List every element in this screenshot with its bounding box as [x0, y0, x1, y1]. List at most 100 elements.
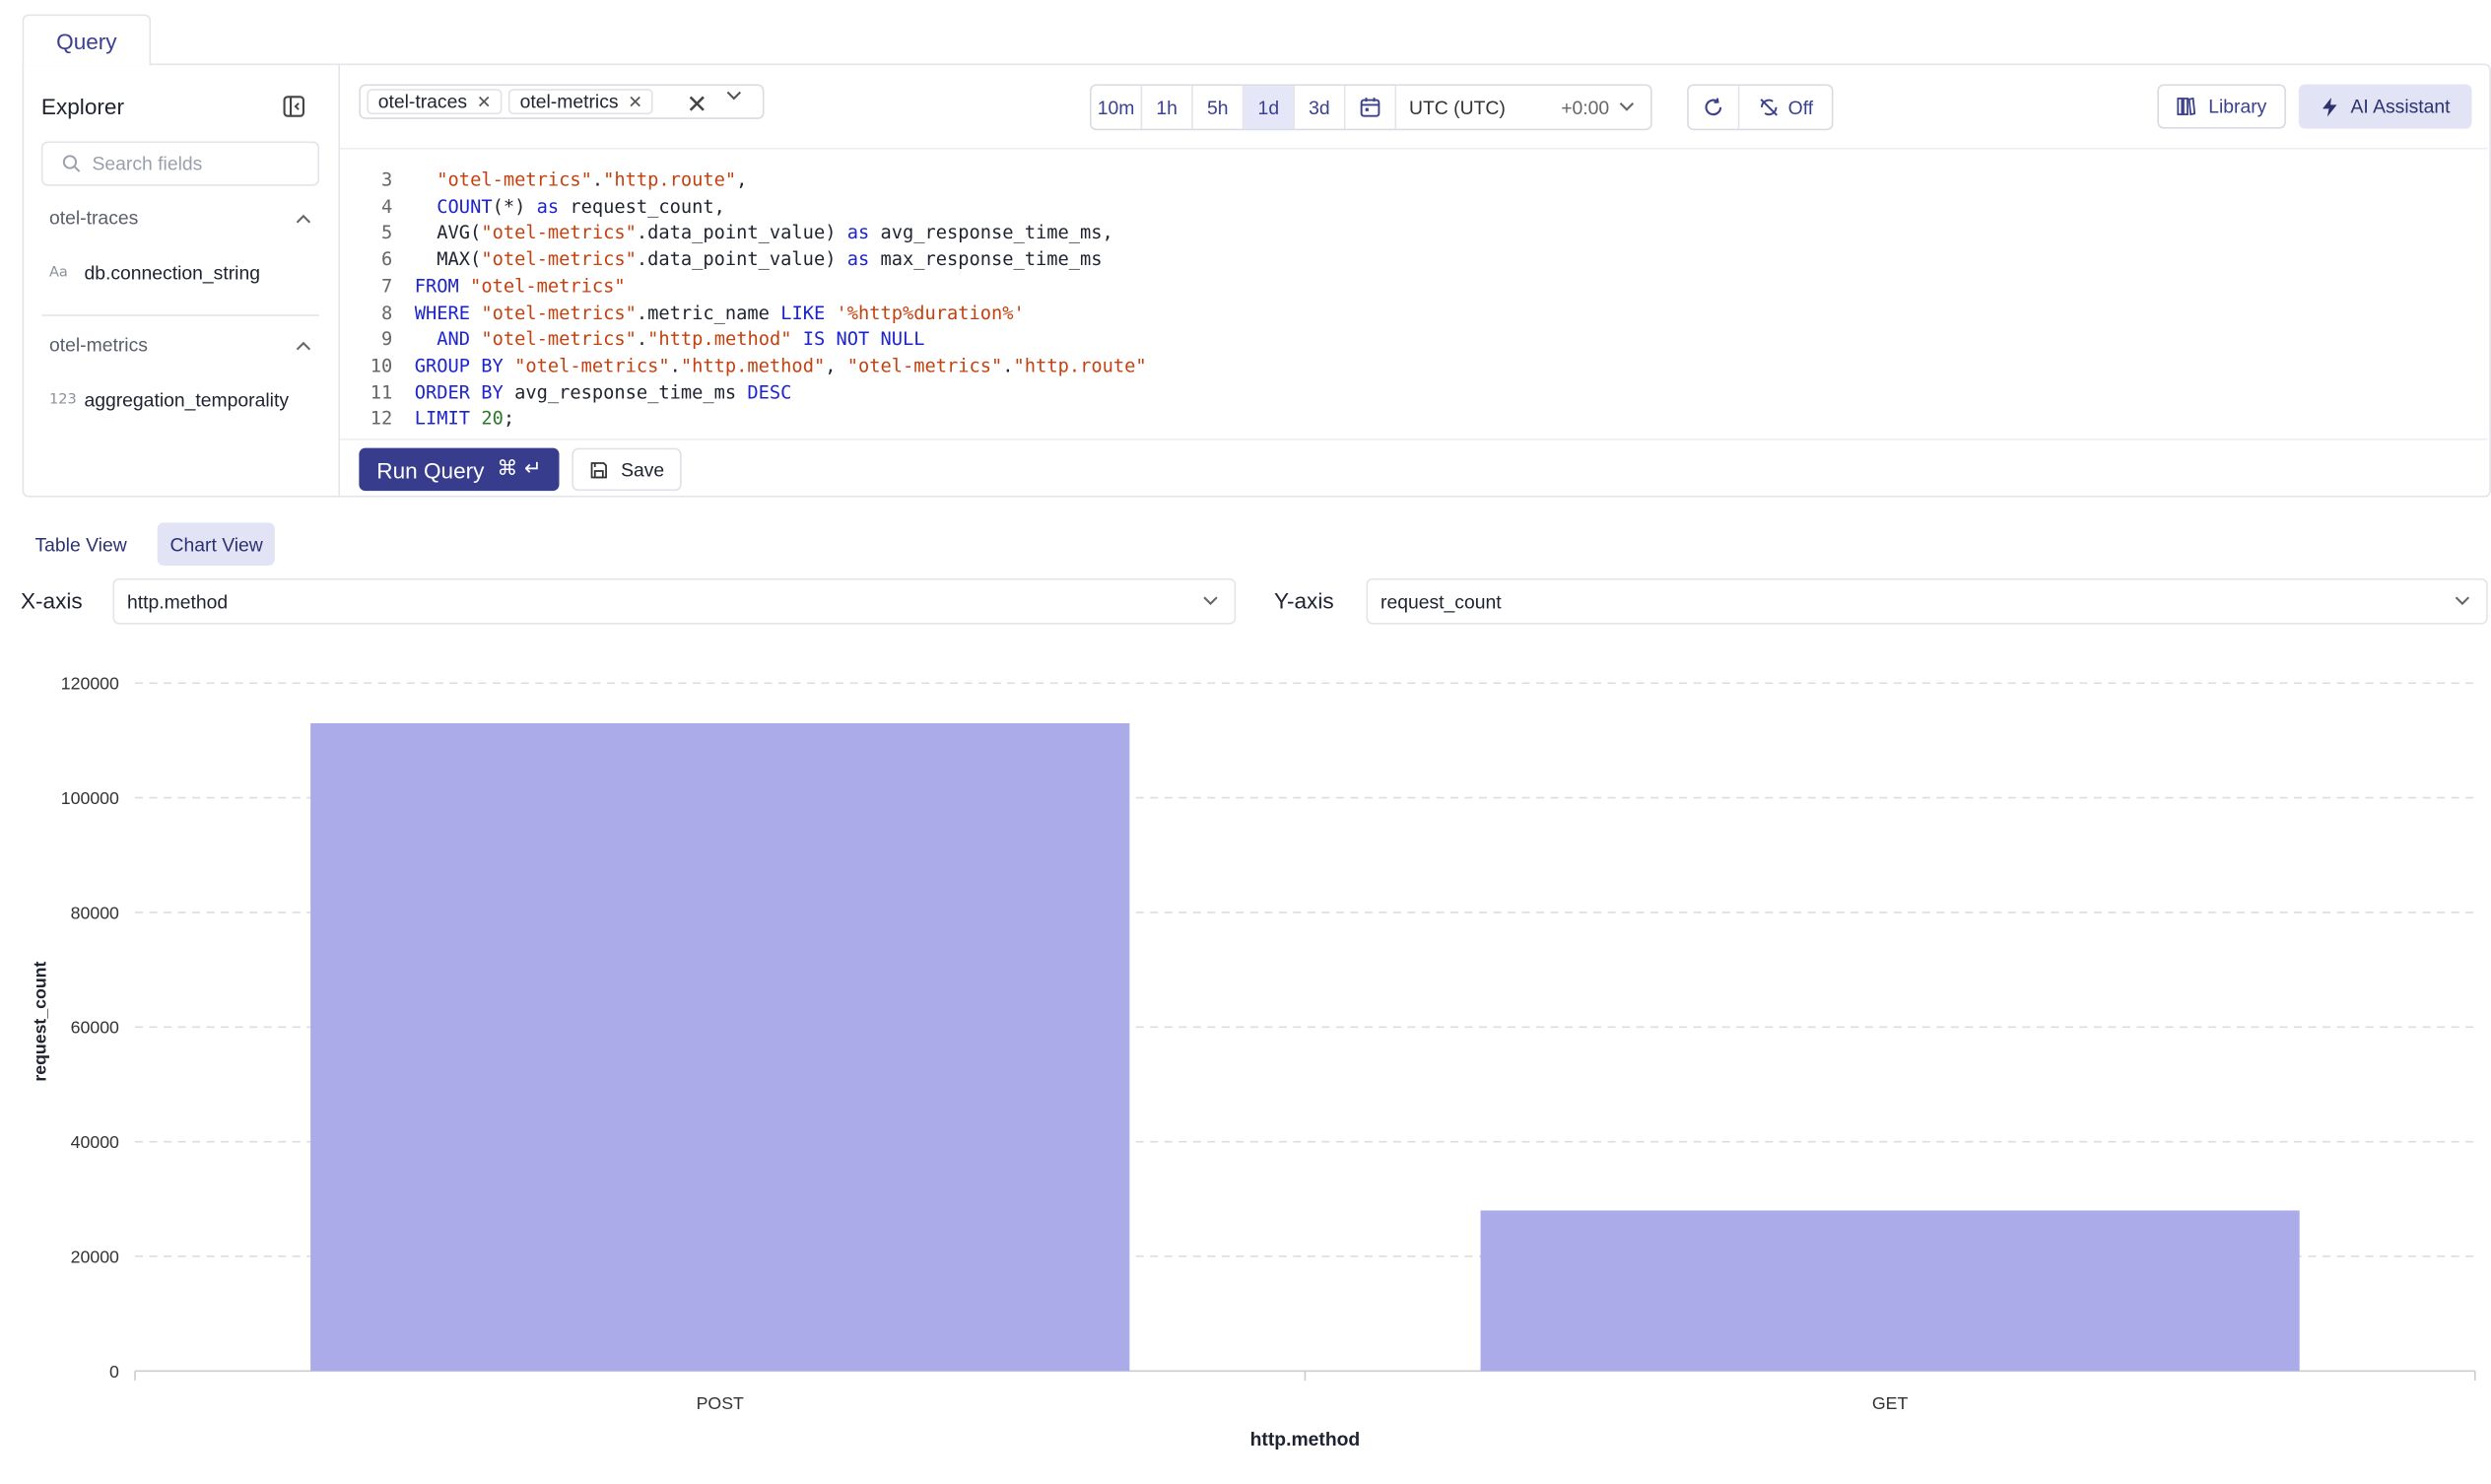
x-axis-value: http.method: [126, 589, 229, 613]
code-line: 7 FROM "otel-metrics": [361, 275, 626, 302]
code-line: 4 COUNT(*) as request_count,: [361, 195, 725, 222]
code-token: LIKE: [780, 301, 826, 324]
ai-assistant-button[interactable]: AI Assistant: [2298, 84, 2472, 129]
group-otel-traces[interactable]: otel-traces: [49, 207, 311, 229]
range-5h-button[interactable]: 5h: [1193, 86, 1245, 129]
sql-editor[interactable]: 3 "otel-metrics"."http.route", 4 COUNT(*)…: [361, 167, 2473, 439]
source-selector[interactable]: otel-traces ✕ otel-metrics ✕ ✕: [359, 84, 765, 120]
y-tick-label: 0: [109, 1362, 119, 1382]
code-line: 10 GROUP BY "otel-metrics"."http.method",…: [361, 354, 1147, 380]
timezone-select[interactable]: UTC (UTC) +0:00: [1396, 86, 1650, 129]
refresh-button[interactable]: [1689, 86, 1740, 129]
field-name: aggregation_temporality: [84, 388, 290, 412]
library-button[interactable]: Library: [2157, 84, 2286, 129]
collapse-sidebar-icon[interactable]: [283, 96, 305, 118]
run-shortcut: ⌘ ↵: [497, 457, 542, 482]
code-token: "http.route": [603, 168, 737, 191]
code-token: .data_point_value): [636, 221, 847, 244]
code-token: "otel-metrics": [437, 168, 592, 191]
chevron-down-icon: [2455, 596, 2470, 606]
timezone-offset: +0:00: [1561, 96, 1610, 119]
run-query-button[interactable]: Run Query ⌘ ↵: [359, 447, 560, 492]
range-3d-button[interactable]: 3d: [1295, 86, 1346, 129]
tab-table-view[interactable]: Table View: [23, 522, 140, 566]
code-token: ORDER BY: [414, 380, 504, 403]
code-token: GROUP BY: [414, 354, 504, 376]
time-range-group: 10m 1h 5h 1d 3d UTC (UTC) +0:00: [1089, 84, 1652, 131]
clear-sources-icon[interactable]: ✕: [686, 89, 707, 120]
line-number: 12: [370, 407, 393, 430]
chevron-down-icon[interactable]: [726, 91, 742, 101]
search-fields[interactable]: [40, 141, 320, 186]
editor-divider: [340, 438, 2488, 440]
calendar-button[interactable]: [1346, 86, 1397, 129]
code-token: FROM: [414, 274, 459, 298]
auto-refresh-toggle[interactable]: Off: [1739, 86, 1832, 129]
y-axis-select[interactable]: request_count: [1366, 577, 2488, 625]
x-axis-label: X-axis: [20, 587, 83, 614]
refresh-off-icon: [1759, 99, 1778, 116]
line-number: 7: [380, 274, 393, 298]
y-axis-title: request_count: [31, 962, 50, 1082]
run-query-label: Run Query: [376, 456, 485, 483]
field-item[interactable]: 123 aggregation_temporality: [49, 389, 289, 412]
source-chip[interactable]: otel-metrics ✕: [508, 89, 654, 115]
tab-query[interactable]: Query: [22, 14, 152, 66]
y-tick-label: 80000: [71, 903, 119, 922]
explorer-sidebar: Explorer otel-traces Aa db.connection_st…: [24, 65, 341, 497]
source-chip[interactable]: otel-traces ✕: [367, 89, 503, 115]
code-token: "otel-metrics": [481, 301, 637, 324]
save-button[interactable]: Save: [572, 447, 682, 492]
code-token: .metric_name: [636, 301, 781, 324]
code-line: 5 AVG("otel-metrics".data_point_value) a…: [361, 222, 1113, 248]
text-type-icon: Aa: [48, 265, 68, 282]
refresh-icon: [1705, 98, 1722, 116]
code-token: DESC: [747, 380, 792, 403]
x-axis-select[interactable]: http.method: [112, 577, 1237, 625]
library-icon: [2177, 97, 2196, 116]
range-1d-button[interactable]: 1d: [1244, 86, 1295, 129]
code-token: "otel-metrics": [481, 327, 637, 350]
code-token: "http.route": [1013, 354, 1147, 376]
remove-chip-icon[interactable]: ✕: [628, 92, 642, 111]
code-token: 20: [481, 407, 504, 430]
field-item-truncated: ʊ: [49, 434, 319, 439]
bar-chart: 0 20000 40000 60000 80000 100000 120000 POST GET…: [31, 674, 2476, 1450]
remove-chip-icon[interactable]: ✕: [477, 92, 492, 111]
code-token: "otel-metrics": [470, 274, 626, 298]
timezone-label: UTC (UTC): [1409, 96, 1506, 119]
range-1h-button[interactable]: 1h: [1142, 86, 1193, 129]
code-line: 11 ORDER BY avg_response_time_ms DESC: [361, 380, 792, 407]
code-token: as: [536, 194, 560, 218]
search-icon: [62, 155, 81, 172]
search-input[interactable]: [92, 152, 300, 175]
auto-refresh-label: Off: [1787, 96, 1814, 119]
code-token: '%http%duration%': [836, 301, 1025, 324]
group-otel-metrics[interactable]: otel-metrics: [49, 334, 311, 356]
line-number: 8: [380, 301, 393, 324]
refresh-group: Off: [1687, 84, 1834, 131]
chevron-up-icon: [296, 340, 311, 350]
code-text: ORDER BY avg_response_time_ms DESC: [415, 380, 792, 407]
code-token: max_response_time_ms: [869, 247, 1103, 271]
code-token: .data_point_value): [636, 247, 847, 271]
code-token: ;: [503, 407, 515, 430]
y-tick-label: 40000: [71, 1132, 119, 1152]
code-token: as: [846, 247, 870, 271]
range-10m-button[interactable]: 10m: [1092, 86, 1143, 129]
code-token: WHERE: [414, 301, 471, 324]
field-item[interactable]: Aa db.connection_string: [49, 262, 260, 285]
y-axis-label: Y-axis: [1273, 587, 1334, 614]
code-token: MAX(: [414, 247, 482, 271]
group-divider: [40, 314, 320, 316]
code-text: GROUP BY "otel-metrics"."http.method", "…: [415, 354, 1147, 380]
y-tick-label: 120000: [61, 674, 119, 694]
lightning-icon: [2322, 97, 2336, 116]
tab-chart-view[interactable]: Chart View: [157, 522, 276, 566]
